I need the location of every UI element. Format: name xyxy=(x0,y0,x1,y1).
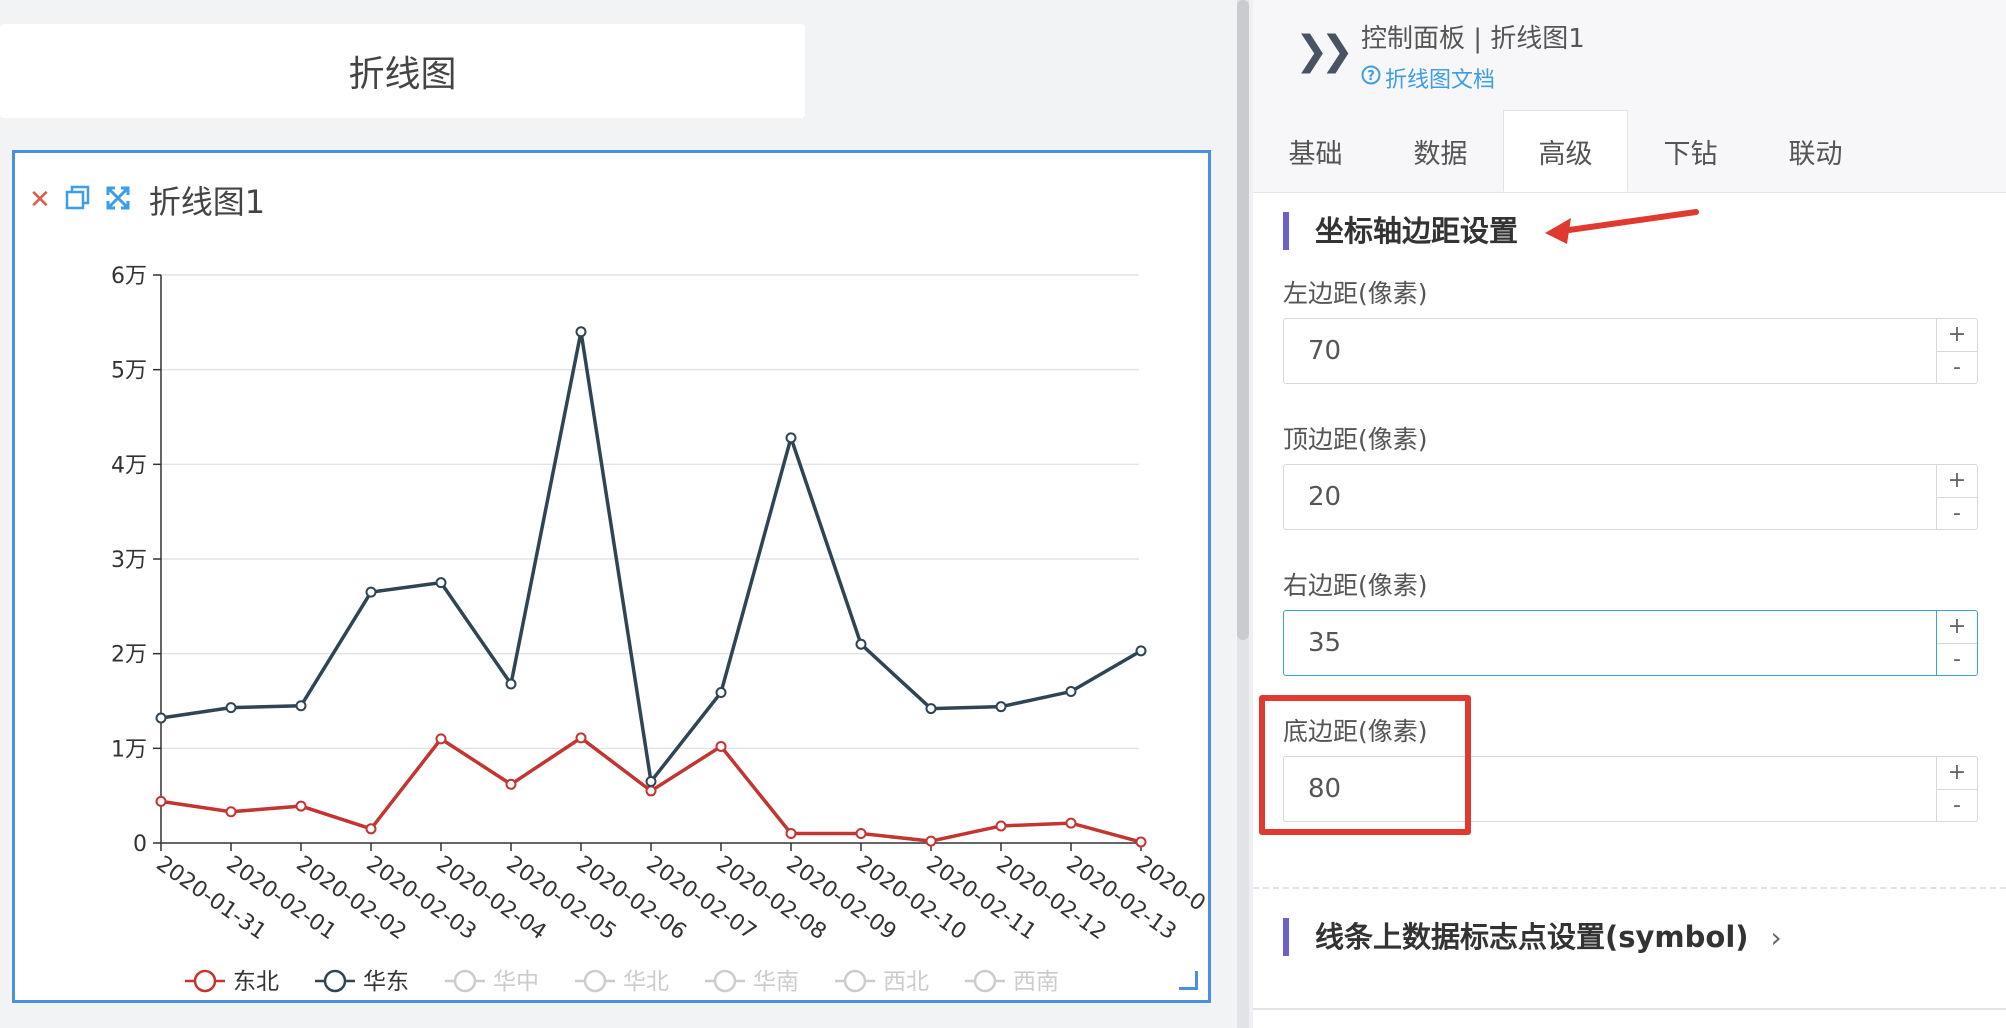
data-point xyxy=(645,785,657,797)
legend-symbol xyxy=(323,969,347,993)
data-point xyxy=(225,806,237,818)
legend-item[interactable]: 华南 xyxy=(705,969,799,995)
data-point xyxy=(1135,836,1147,848)
legend-label: 西北 xyxy=(883,969,929,995)
legend-label: 西南 xyxy=(1013,969,1059,995)
data-point xyxy=(1135,645,1147,657)
legend-item[interactable]: 东北 xyxy=(185,969,279,995)
data-point xyxy=(1065,817,1077,829)
data-point xyxy=(435,733,447,745)
data-point xyxy=(785,828,797,840)
legend-label: 华中 xyxy=(493,969,539,995)
data-point xyxy=(995,820,1007,832)
data-point xyxy=(1065,686,1077,698)
right-margin-label: 右边距(像素) xyxy=(1283,571,1428,600)
data-point xyxy=(785,432,797,444)
right-margin-stepper: + - xyxy=(1936,611,1977,675)
data-point xyxy=(365,586,377,598)
data-point xyxy=(855,828,867,840)
data-point xyxy=(925,835,937,847)
canvas-area: 折线图 ✕ 折线图1 0 1万 2万 3万 4万 5万 6万 2020-01-31 2020-… xyxy=(0,0,1237,1028)
legend-symbol xyxy=(713,969,737,993)
chevron-right-icon: › xyxy=(1770,921,1782,954)
legend-label: 华南 xyxy=(753,969,799,995)
canvas-title: 折线图 xyxy=(348,54,457,95)
right-margin-input[interactable] xyxy=(1284,611,1884,675)
data-point xyxy=(295,800,307,812)
legend-item[interactable]: 西南 xyxy=(965,969,1059,995)
left-margin-field: + - xyxy=(1283,318,1978,384)
section-title-symbol: 线条上数据标志点设置(symbol) xyxy=(1315,920,1749,954)
y-tick-label: 0 xyxy=(133,832,147,857)
data-point xyxy=(505,678,517,690)
series-line xyxy=(160,331,1142,786)
data-point xyxy=(925,703,937,715)
bottom-margin-stepper: + - xyxy=(1936,757,1977,821)
control-panel: ❯❯ 控制面板 | 折线图1 ? 折线图文档 基础 数据 高级 下钻 联动 坐标… xyxy=(1253,0,2006,1028)
legend-item[interactable]: 西北 xyxy=(835,969,929,995)
legend-label: 华北 xyxy=(623,969,669,995)
legend-symbol xyxy=(193,969,217,993)
legend-label: 东北 xyxy=(233,969,279,995)
legend-item[interactable]: 华北 xyxy=(575,969,669,995)
section-symbol-settings[interactable]: 线条上数据标志点设置(symbol) › xyxy=(1283,918,1782,956)
section-divider xyxy=(1253,887,2006,889)
canvas-title-box[interactable]: 折线图 xyxy=(0,24,805,118)
top-margin-input[interactable] xyxy=(1284,465,1884,529)
data-point xyxy=(995,701,1007,713)
data-point xyxy=(295,700,307,712)
data-point xyxy=(715,740,727,752)
legend-symbol xyxy=(583,969,607,993)
data-point xyxy=(645,775,657,787)
y-tick-label: 1万 xyxy=(111,737,147,762)
legend-label: 华东 xyxy=(363,969,409,995)
top-margin-field: + - xyxy=(1283,464,1978,530)
left-margin-stepper: + - xyxy=(1936,319,1977,383)
annotation-arrow xyxy=(1545,209,1699,244)
left-margin-label: 左边距(像素) xyxy=(1283,279,1428,308)
increment-button[interactable]: + xyxy=(1937,757,1977,790)
top-margin-label: 顶边距(像素) xyxy=(1283,425,1428,454)
legend-symbol xyxy=(453,969,477,993)
line-chart: 01万2万3万4万5万6万 2020-01-312020-02-012020-0… xyxy=(111,264,1208,995)
legend-item[interactable]: 华中 xyxy=(445,969,539,995)
chart-widget[interactable]: ✕ 折线图1 0 1万 2万 3万 4万 5万 6万 2020-01-31 2020-02-0… xyxy=(12,150,1211,1003)
y-tick-label: 4万 xyxy=(111,453,147,478)
decrement-button[interactable]: - xyxy=(1937,644,1977,676)
decrement-button[interactable]: - xyxy=(1937,790,1977,822)
increment-button[interactable]: + xyxy=(1937,465,1977,498)
decrement-button[interactable]: - xyxy=(1937,498,1977,530)
data-point xyxy=(225,702,237,714)
data-point xyxy=(155,795,167,807)
data-point xyxy=(575,732,587,744)
annotation-highlight-box xyxy=(1259,695,1471,835)
top-margin-stepper: + - xyxy=(1936,465,1977,529)
left-margin-input[interactable] xyxy=(1284,319,1884,383)
legend-item[interactable]: 华东 xyxy=(315,969,409,995)
resize-handle[interactable] xyxy=(1179,971,1198,990)
y-tick-label: 3万 xyxy=(111,548,147,573)
legend-symbol xyxy=(973,969,997,993)
increment-button[interactable]: + xyxy=(1937,611,1977,644)
data-point xyxy=(155,712,167,724)
decrement-button[interactable]: - xyxy=(1937,352,1977,384)
data-point xyxy=(715,686,727,698)
section-divider xyxy=(1253,1008,2006,1010)
data-point xyxy=(435,577,447,589)
y-tick-label: 5万 xyxy=(111,359,147,384)
scrollbar-thumb[interactable] xyxy=(1237,0,1249,640)
legend-symbol xyxy=(843,969,867,993)
data-point xyxy=(505,778,517,790)
y-tick-label: 2万 xyxy=(111,643,147,668)
y-tick-label: 6万 xyxy=(111,264,147,289)
right-margin-field: + - xyxy=(1283,610,1978,676)
data-point xyxy=(365,823,377,835)
data-point xyxy=(855,638,867,650)
data-point xyxy=(575,326,587,338)
increment-button[interactable]: + xyxy=(1937,319,1977,352)
